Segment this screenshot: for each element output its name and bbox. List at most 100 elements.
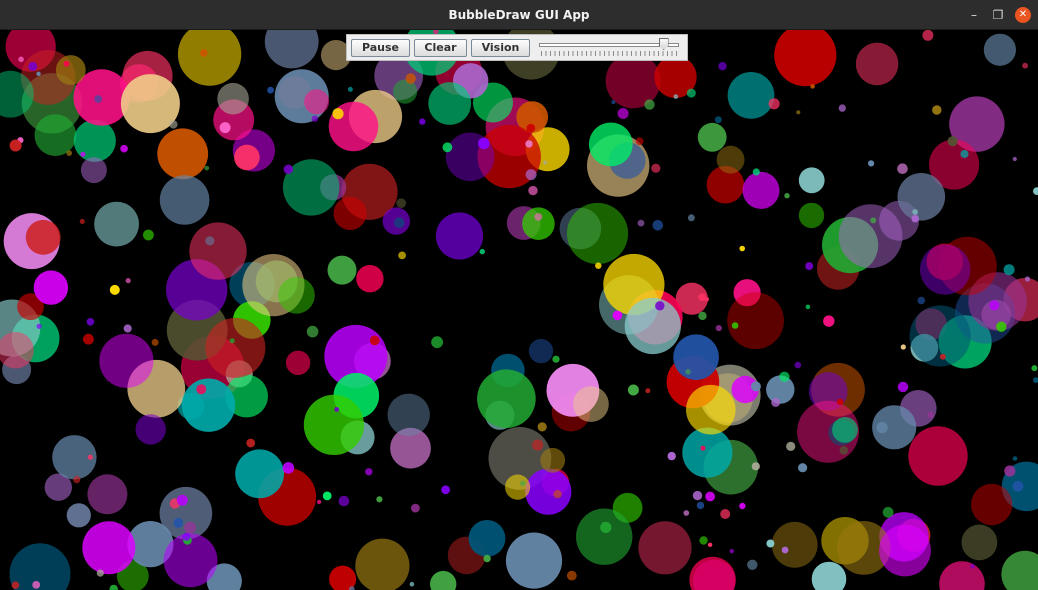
bubble-dot [1003, 264, 1015, 276]
bubble-dot [543, 160, 548, 165]
bubble-dot [483, 554, 491, 563]
bubble [576, 508, 633, 565]
bubble-dot [771, 397, 781, 407]
bubble-dot [927, 411, 934, 419]
slider-ticks [541, 51, 677, 56]
bubble-dot [479, 248, 485, 255]
bubble [333, 196, 367, 230]
bubble-dot [534, 213, 543, 221]
bubble [428, 82, 472, 125]
bubble-dot [1012, 480, 1024, 492]
vision-button[interactable]: Vision [471, 39, 530, 57]
slider-thumb[interactable] [658, 38, 669, 50]
bubble-dot [897, 381, 909, 393]
bubble-dot [1022, 62, 1028, 69]
bubble-dot [655, 301, 665, 311]
clear-button[interactable]: Clear [414, 39, 467, 57]
minimize-icon[interactable]: – [966, 7, 982, 23]
bubble-dot [876, 421, 888, 434]
bubble-dot [398, 251, 406, 260]
bubble-dot [989, 300, 1000, 311]
bubble-dot [739, 245, 745, 252]
bubble-dot [645, 388, 651, 394]
bubble-dot [36, 323, 42, 329]
maximize-icon[interactable]: ❐ [990, 7, 1006, 23]
bubble-dot [322, 491, 332, 501]
bubble-dot [334, 407, 340, 412]
bubble-dot [611, 100, 616, 105]
pause-button[interactable]: Pause [351, 39, 410, 57]
bubble-dot [169, 120, 178, 129]
bubble-dot [912, 209, 918, 215]
bubble-dot [87, 454, 93, 460]
bubble [983, 33, 1017, 66]
bubble-dot [1012, 156, 1017, 162]
bubble-dot [729, 548, 734, 554]
bubble-canvas[interactable] [0, 30, 1038, 590]
bubble-dot [411, 503, 420, 513]
bubble-dot [696, 501, 705, 510]
close-icon[interactable]: ✕ [1015, 7, 1031, 23]
bubble-dot [707, 542, 713, 547]
bubble [430, 570, 457, 590]
bubble-dot [11, 581, 20, 589]
bubble-dot [219, 122, 231, 134]
title-bar[interactable]: BubbleDraw GUI App – ❐ ✕ [0, 0, 1038, 30]
bubble-dot [173, 518, 184, 528]
bubble-dot [267, 86, 274, 94]
bubble [34, 114, 77, 156]
bubble-dot [685, 369, 691, 375]
bubble-dot [617, 108, 629, 119]
bubble [435, 212, 484, 260]
bubble-dot [868, 160, 875, 167]
bubble-dot [532, 439, 544, 451]
bubble-dot [182, 532, 191, 541]
bubble-dot [537, 422, 547, 432]
bubble-dot [683, 510, 690, 516]
bubble [697, 122, 727, 152]
bubble-dot [996, 321, 1007, 332]
bubble-dot [283, 164, 293, 174]
bubble [528, 338, 554, 364]
bubble-dot [1033, 187, 1038, 195]
bubble-dot [752, 168, 760, 176]
bubble-dot [9, 139, 22, 152]
bubble-dot [109, 584, 118, 590]
bubble [798, 202, 825, 229]
bubble [99, 333, 154, 388]
bubble [920, 244, 971, 295]
bubble-dot [405, 73, 416, 84]
bubble-dot [836, 398, 844, 406]
bubble-dot [143, 229, 154, 241]
bubble-dot [79, 218, 85, 224]
bubble-dot [431, 336, 443, 349]
bubble-dot [441, 485, 450, 495]
speed-slider[interactable] [537, 37, 681, 59]
bubble-dot [109, 284, 120, 295]
bubble-dot [960, 149, 969, 159]
bubble-dot [528, 185, 538, 196]
bubble-dot [718, 62, 727, 71]
bubble [356, 265, 384, 293]
bubble-dot [810, 84, 815, 89]
bubble-dot [419, 118, 426, 125]
bubble-dot [698, 293, 706, 302]
bubble-dot [897, 163, 908, 174]
bubble-dot [442, 142, 453, 153]
bubble-dot [1004, 465, 1016, 477]
bubble-dot [870, 217, 877, 224]
bubble-dot [705, 491, 715, 502]
bubble-dot [376, 496, 383, 503]
bubble [205, 317, 266, 378]
bubble-dot [32, 581, 41, 589]
bubble-dot [552, 355, 560, 363]
bubble-dot [839, 446, 849, 455]
bubble-dot [838, 104, 846, 112]
bubble [682, 427, 733, 478]
control-panel: Pause Clear Vision [346, 34, 688, 61]
bubble [686, 384, 736, 435]
bubble-dot [83, 333, 94, 345]
bubble-dot [96, 569, 104, 577]
bubble [234, 144, 260, 171]
bubble-dot [635, 137, 644, 146]
